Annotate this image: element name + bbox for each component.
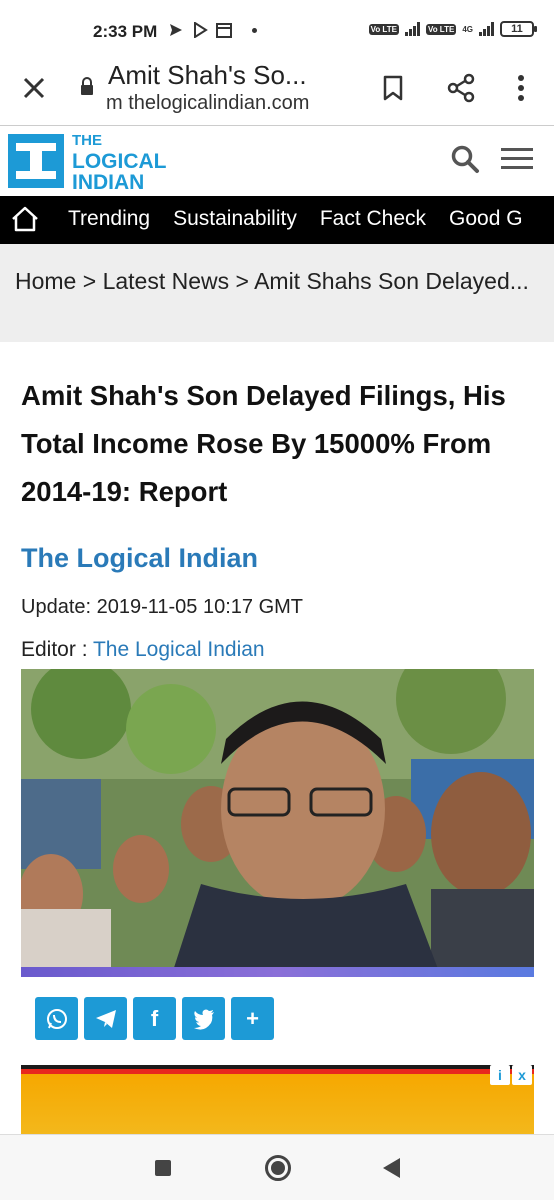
article-author[interactable]: The Logical Indian	[21, 543, 258, 574]
twitter-icon	[193, 1009, 214, 1030]
recents-icon[interactable]	[155, 1160, 171, 1176]
nav-item-sustainability[interactable]: Sustainability	[173, 207, 297, 231]
hero-photo	[21, 669, 534, 977]
lock-icon	[81, 77, 93, 95]
telegram-share-button[interactable]	[84, 997, 127, 1040]
plus-icon: +	[246, 1005, 259, 1031]
logo-text[interactable]: THE LOGICAL INDIAN	[72, 131, 167, 193]
home-icon[interactable]	[10, 205, 40, 233]
facebook-share-button[interactable]: f	[133, 997, 176, 1040]
bookmark-icon[interactable]	[380, 74, 406, 102]
page-title[interactable]: Amit Shah's So...	[108, 60, 307, 91]
close-icon[interactable]	[20, 74, 48, 102]
image-caption-band	[21, 967, 534, 977]
logo-icon[interactable]	[8, 134, 64, 188]
logo-line-indian: INDIAN	[72, 171, 145, 194]
more-vert-icon[interactable]	[514, 72, 528, 104]
ad-close-icon[interactable]: x	[512, 1065, 532, 1085]
status-time: 2:33 PM	[93, 22, 158, 41]
notification-icons	[168, 22, 232, 38]
twitter-share-button[interactable]	[182, 997, 225, 1040]
send-icon	[170, 24, 182, 36]
article-update-time: Update: 2019-11-05 10:17 GMT	[21, 596, 304, 618]
signal-icon-2	[479, 22, 494, 36]
facebook-icon: f	[150, 1005, 159, 1031]
battery-icon: 11	[500, 21, 537, 37]
browser-url-bar: Amit Shah's So... m thelogicalindian.com	[0, 60, 554, 126]
editor-link[interactable]: The Logical Indian	[93, 638, 265, 661]
back-icon[interactable]	[383, 1158, 400, 1178]
article-hero-image[interactable]	[21, 669, 534, 977]
volte-icon-2: Vo LTE	[425, 23, 457, 35]
play-store-icon	[194, 22, 208, 38]
whatsapp-icon	[46, 1008, 67, 1029]
category-nav: Trending Sustainability Fact Check Good …	[0, 196, 554, 244]
notification-dot	[252, 28, 257, 33]
advertisement-banner[interactable]: i x	[21, 1065, 534, 1135]
whatsapp-share-button[interactable]	[35, 997, 78, 1040]
system-navigation-bar	[0, 1134, 554, 1200]
volte-icon: Vo LTE	[368, 23, 399, 35]
ad-badge: i x	[490, 1065, 532, 1085]
article-headline: Amit Shah's Son Delayed Filings, His Tot…	[21, 380, 506, 507]
status-bar: 2:33 PM Vo LTE Vo LTE 4G 11	[0, 0, 554, 62]
nav-item-fact-check[interactable]: Fact Check	[320, 207, 426, 231]
telegram-icon	[95, 1009, 116, 1028]
breadcrumb[interactable]: Home > Latest News > Amit Shahs Son Dela…	[0, 244, 554, 342]
logo-line-the: THE	[72, 132, 102, 149]
url-host[interactable]: m thelogicalindian.com	[106, 92, 309, 115]
hamburger-menu-icon[interactable]	[500, 146, 534, 172]
home-button-icon[interactable]	[265, 1155, 291, 1181]
nav-item-trending[interactable]: Trending	[68, 207, 150, 231]
status-right: Vo LTE Vo LTE 4G 11	[368, 21, 537, 37]
signal-icon	[404, 22, 420, 36]
more-share-button[interactable]: +	[231, 997, 274, 1040]
search-icon[interactable]	[450, 144, 480, 174]
article-editor: Editor : The Logical Indian	[21, 638, 265, 662]
share-icon[interactable]	[446, 73, 476, 103]
network-4g-label: 4G	[462, 24, 473, 34]
editor-label: Editor :	[21, 638, 93, 661]
logo-line-logical: LOGICAL	[72, 150, 167, 173]
nav-items: Trending Sustainability Fact Check Good …	[68, 207, 523, 231]
share-buttons: f +	[35, 997, 274, 1040]
nav-item-good-governance[interactable]: Good G	[449, 207, 523, 231]
calendar-icon	[216, 23, 232, 38]
ad-info-icon[interactable]: i	[490, 1065, 510, 1085]
site-header: THE LOGICAL INDIAN	[0, 126, 554, 196]
